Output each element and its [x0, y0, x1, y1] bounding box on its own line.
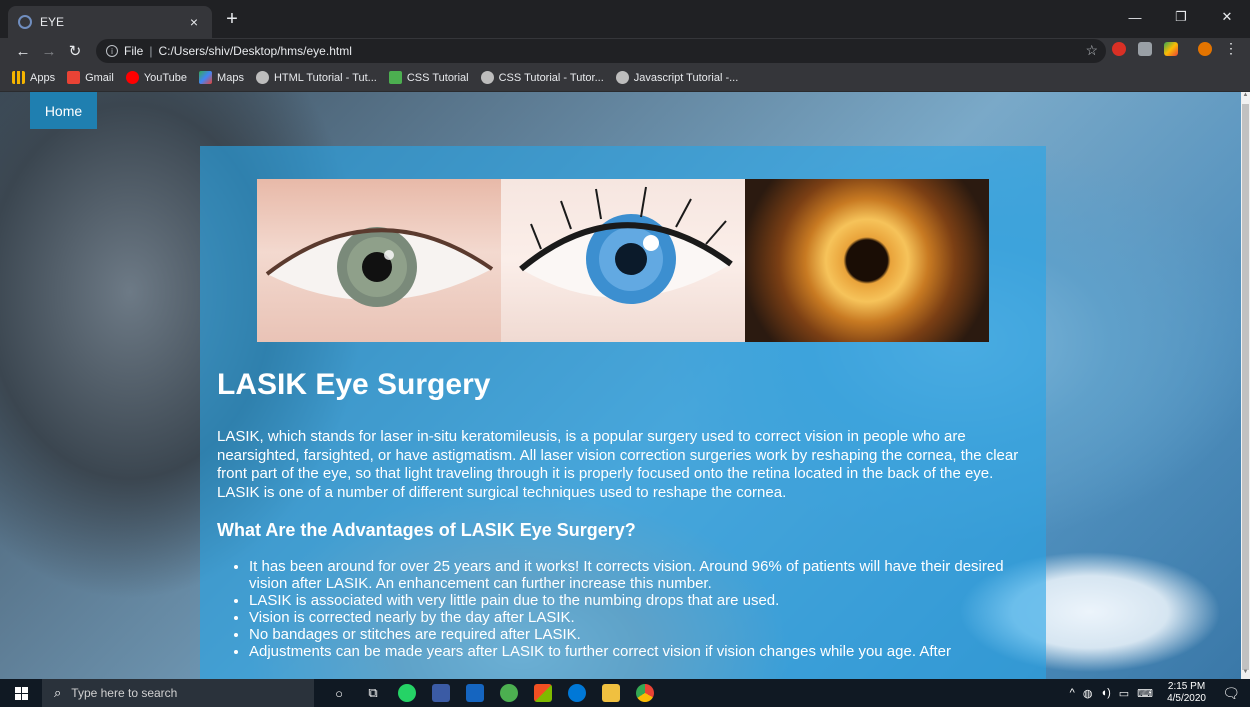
scroll-up-arrow-icon[interactable]: ▲: [1241, 92, 1250, 102]
bookmark-label: Gmail: [85, 71, 114, 84]
amber-iris-closeup-image: [745, 179, 989, 342]
close-tab-icon[interactable]: ×: [186, 14, 202, 30]
dev-c-icon[interactable]: [432, 684, 450, 702]
whatsapp-icon[interactable]: [398, 684, 416, 702]
bookmark-gmail[interactable]: Gmail: [67, 71, 114, 84]
bookmarks-bar: Apps Gmail YouTube Maps HTML Tutorial - …: [0, 64, 1250, 92]
forward-arrow-icon[interactable]: →: [36, 43, 62, 60]
network-globe-icon[interactable]: ◍: [1083, 687, 1093, 700]
tab-eye[interactable]: EYE ×: [8, 6, 212, 38]
extensions-area: ⋮: [1112, 40, 1238, 57]
bookmark-label: Javascript Tutorial -...: [633, 71, 739, 84]
chrome-icon[interactable]: [636, 684, 654, 702]
tab-strip: EYE × + — ❐ ✕: [0, 0, 1250, 38]
content-card: LASIK Eye Surgery LASIK, which stands fo…: [200, 146, 1046, 679]
page-scrollbar[interactable]: ▲ ▼: [1241, 92, 1250, 679]
system-tray: ^ ◍ ◖) ▭ ⌨ 2:15 PM 4/5/2020: [1070, 679, 1206, 707]
url-text: C:/Users/shiv/Desktop/hms/eye.html: [158, 44, 352, 58]
bookmark-label: HTML Tutorial - Tut...: [273, 71, 377, 84]
w3-icon: [615, 71, 629, 84]
w3-icon: [255, 71, 269, 84]
keyboard-icon[interactable]: ⌨: [1137, 687, 1153, 700]
intro-paragraph: LASIK, which stands for laser in-situ ke…: [217, 428, 1019, 501]
advantages-list: It has been around for over 25 years and…: [249, 558, 1029, 660]
search-placeholder: Type here to search: [71, 686, 178, 700]
bookmark-label: Maps: [217, 71, 244, 84]
list-item: Adjustments can be made years after LASI…: [249, 643, 1029, 660]
chevron-up-icon[interactable]: ^: [1070, 687, 1075, 699]
clock[interactable]: 2:15 PM 4/5/2020: [1167, 681, 1206, 705]
list-item: Vision is corrected nearly by the day af…: [249, 609, 1029, 626]
window-controls: — ❐ ✕: [1112, 0, 1250, 34]
globe-app-icon[interactable]: [500, 684, 518, 702]
clock-time: 2:15 PM: [1167, 681, 1206, 692]
notification-icon[interactable]: 🗨: [1222, 685, 1240, 702]
windows-taskbar: ⌕ Type here to search ○ ⧉ ^ ◍ ◖) ▭ ⌨ 2:1…: [0, 679, 1250, 707]
windows-logo-icon: [14, 686, 28, 700]
w3-green-icon: [388, 71, 402, 84]
apps-grid-icon: [12, 71, 25, 84]
color-extension-icon[interactable]: [1164, 41, 1178, 56]
url-separator: |: [149, 44, 153, 58]
adblock-extension-icon[interactable]: [1112, 41, 1126, 56]
list-item: No bandages or stitches are required aft…: [249, 626, 1029, 643]
browser-window: EYE × + — ❐ ✕ ← → ↻ i File | C:/Users/sh…: [0, 0, 1250, 707]
start-button[interactable]: [0, 679, 42, 707]
bookmark-css-tutorial-2[interactable]: CSS Tutorial - Tutor...: [480, 71, 604, 84]
bookmark-label: YouTube: [143, 71, 188, 84]
profile-avatar-icon[interactable]: [1198, 41, 1212, 56]
taskbar-apps: ○ ⧉: [330, 679, 654, 707]
store-icon[interactable]: [534, 684, 552, 702]
battery-icon[interactable]: ▭: [1119, 687, 1129, 700]
hazel-eye-image: [257, 179, 501, 342]
clock-date: 4/5/2020: [1167, 693, 1206, 704]
bookmark-label: Apps: [30, 71, 56, 84]
gmail-icon: [67, 71, 81, 84]
list-item: LASIK is associated with very little pai…: [249, 592, 1029, 609]
bookmark-html-tutorial[interactable]: HTML Tutorial - Tut...: [255, 71, 377, 84]
eye-image-banner: [257, 179, 989, 342]
bookmark-apps[interactable]: Apps: [12, 71, 55, 84]
edge-icon[interactable]: [568, 684, 586, 702]
minimize-button[interactable]: —: [1112, 0, 1158, 34]
volume-icon[interactable]: ◖): [1100, 687, 1110, 699]
url-scheme: File: [124, 44, 144, 58]
bookmark-js-tutorial[interactable]: Javascript Tutorial -...: [615, 71, 739, 84]
advantages-heading: What Are the Advantages of LASIK Eye Sur…: [217, 520, 636, 540]
bookmark-label: CSS Tutorial - Tutor...: [498, 71, 604, 84]
info-icon[interactable]: i: [106, 45, 118, 57]
scrollbar-thumb[interactable]: [1242, 104, 1249, 670]
page-title: LASIK Eye Surgery: [217, 368, 491, 401]
task-view-icon[interactable]: ⧉: [364, 684, 382, 702]
globe-icon: [18, 15, 32, 29]
address-bar[interactable]: i File | C:/Users/shiv/Desktop/hms/eye.h…: [96, 39, 1106, 63]
scroll-down-arrow-icon[interactable]: ▼: [1241, 669, 1250, 679]
menu-kebab-icon[interactable]: ⋮: [1224, 40, 1238, 57]
new-tab-button[interactable]: +: [220, 8, 244, 32]
home-nav-button[interactable]: Home: [30, 92, 97, 129]
extension-icon[interactable]: [1138, 41, 1152, 56]
bookmark-star-icon[interactable]: ☆: [1085, 42, 1098, 59]
file-explorer-icon[interactable]: [602, 684, 620, 702]
cortana-icon[interactable]: ○: [330, 684, 348, 702]
maps-icon: [199, 71, 213, 84]
tab-title: EYE: [40, 15, 65, 29]
youtube-icon: [125, 71, 139, 84]
reload-icon[interactable]: ↻: [62, 42, 88, 60]
back-arrow-icon[interactable]: ←: [10, 43, 36, 60]
search-icon: ⌕: [54, 685, 62, 700]
list-item: It has been around for over 25 years and…: [249, 558, 1029, 592]
edge-legacy-icon[interactable]: [466, 684, 484, 702]
bookmark-maps[interactable]: Maps: [199, 71, 244, 84]
bookmark-css-tutorial[interactable]: CSS Tutorial: [388, 71, 469, 84]
blue-eye-image: [501, 179, 745, 342]
browser-toolbar: ← → ↻ i File | C:/Users/shiv/Desktop/hms…: [0, 38, 1250, 64]
bookmark-youtube[interactable]: YouTube: [125, 71, 188, 84]
maximize-button[interactable]: ❐: [1158, 0, 1204, 34]
bookmark-label: CSS Tutorial: [406, 71, 469, 84]
page-viewport: Home LASIK Eye Surgery LASIK, which stan…: [0, 92, 1241, 679]
close-window-button[interactable]: ✕: [1204, 0, 1250, 34]
taskbar-search[interactable]: ⌕ Type here to search: [42, 679, 314, 707]
w3-icon: [480, 71, 494, 84]
